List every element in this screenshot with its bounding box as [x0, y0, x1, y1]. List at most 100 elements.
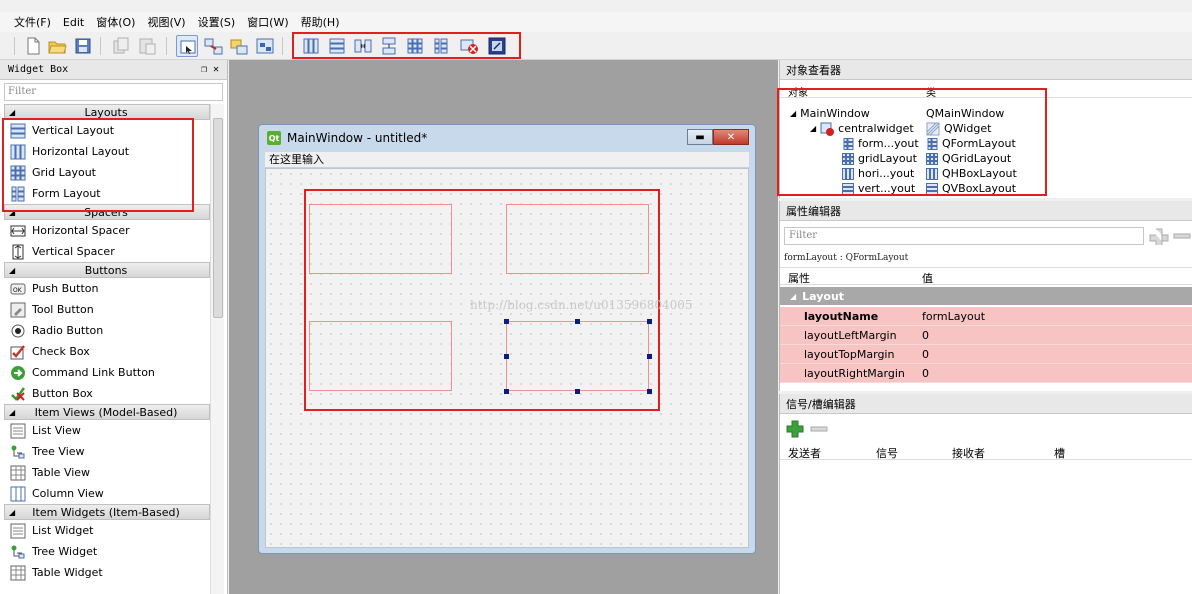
- designer-title-bar[interactable]: Qt MainWindow - untitled*: [259, 125, 755, 151]
- menu-settings[interactable]: 设置(S): [198, 14, 236, 30]
- tree-view-icon: [11, 445, 25, 458]
- category-item-views[interactable]: ◢ Item Views (Model-Based): [4, 404, 210, 420]
- connections-table-header: 发送者 信号 接收者 槽: [780, 442, 1192, 460]
- grid-layout-box[interactable]: [309, 321, 452, 391]
- group-label: Layout: [802, 289, 845, 303]
- svg-text:OK: OK: [13, 287, 23, 294]
- widget-table-view[interactable]: Table View: [4, 462, 210, 483]
- designer-window-title: MainWindow - untitled*: [287, 131, 428, 145]
- edit-signals-slots-icon[interactable]: [202, 35, 224, 57]
- property-value[interactable]: 0: [922, 329, 929, 342]
- scrollbar-thumb[interactable]: [213, 118, 223, 318]
- col-signal[interactable]: 信号: [876, 445, 898, 461]
- resize-handle[interactable]: [504, 389, 509, 394]
- category-buttons[interactable]: ◢ Buttons: [4, 262, 210, 278]
- resize-handle[interactable]: [504, 354, 509, 359]
- widget-table-widget[interactable]: Table Widget: [4, 562, 210, 583]
- widget-tree-widget[interactable]: Tree Widget: [4, 541, 210, 562]
- paste-icon[interactable]: [136, 35, 158, 57]
- widget-box-scrollbar[interactable]: [210, 104, 224, 594]
- remove-property-icon[interactable]: [1172, 227, 1192, 245]
- menu-view[interactable]: 视图(V): [147, 14, 185, 30]
- widget-check-box[interactable]: Check Box: [4, 341, 210, 362]
- widget-column-view[interactable]: Column View: [4, 483, 210, 504]
- vertical-layout-box[interactable]: [309, 204, 452, 274]
- menu-file[interactable]: 文件(F): [14, 14, 51, 30]
- edit-buddies-icon[interactable]: [228, 35, 250, 57]
- widget-label: Button Box: [32, 387, 93, 400]
- property-value[interactable]: formLayout: [922, 310, 985, 323]
- list-view-icon: [10, 423, 26, 438]
- widget-filter-input[interactable]: Filter: [4, 83, 223, 101]
- new-file-icon[interactable]: [22, 35, 44, 57]
- widget-radio-button[interactable]: Radio Button: [4, 320, 210, 341]
- property-row-rightmargin[interactable]: layoutRightMargin 0: [780, 364, 1192, 383]
- col-value: 值: [922, 272, 933, 285]
- layout-horizontally-icon[interactable]: [300, 35, 322, 57]
- widget-list-widget[interactable]: List Widget: [4, 520, 210, 541]
- signal-slot-editor-title: 信号/槽编辑器: [780, 394, 1192, 414]
- add-property-icon[interactable]: [1148, 227, 1170, 245]
- col-receiver[interactable]: 接收者: [952, 445, 985, 461]
- layout-vertical-splitter-icon[interactable]: [378, 35, 400, 57]
- toolbar-separator: [100, 37, 101, 55]
- col-slot[interactable]: 槽: [1054, 445, 1065, 461]
- adjust-size-icon[interactable]: [486, 35, 508, 57]
- property-row-layoutname[interactable]: layoutName formLayout: [780, 307, 1192, 326]
- property-table-header: 属性 值: [780, 267, 1192, 285]
- widget-vertical-spacer[interactable]: Vertical Spacer: [4, 241, 210, 262]
- break-layout-icon[interactable]: [458, 35, 480, 57]
- layout-grid-icon[interactable]: [404, 35, 426, 57]
- resize-handle[interactable]: [575, 319, 580, 324]
- widget-label: Tool Button: [32, 303, 94, 316]
- layout-vertically-icon[interactable]: [326, 35, 348, 57]
- category-label: Layouts: [84, 105, 128, 119]
- close-icon[interactable]: ✕: [713, 129, 749, 145]
- menu-help[interactable]: 帮助(H): [301, 14, 340, 30]
- col-sender[interactable]: 发送者: [788, 445, 821, 461]
- property-group-layout[interactable]: ◢ Layout: [780, 287, 1192, 305]
- layout-horizontal-splitter-icon[interactable]: [352, 35, 374, 57]
- category-item-widgets[interactable]: ◢ Item Widgets (Item-Based): [4, 504, 210, 520]
- layout-form-icon[interactable]: [430, 35, 452, 57]
- property-value[interactable]: 0: [922, 367, 929, 380]
- dock-buttons[interactable]: ❐ ✕: [201, 64, 219, 75]
- resize-handle[interactable]: [647, 319, 652, 324]
- toolbar-separator: [14, 37, 15, 55]
- menu-edit[interactable]: Edit: [63, 16, 84, 29]
- menu-type-here[interactable]: 在这里输入: [269, 153, 324, 166]
- copy-icon[interactable]: [110, 35, 132, 57]
- widget-button-box[interactable]: Button Box: [4, 383, 210, 404]
- property-row-topmargin[interactable]: layoutTopMargin 0: [780, 345, 1192, 364]
- widget-horizontal-spacer[interactable]: Horizontal Spacer: [4, 220, 210, 241]
- widget-label: Vertical Spacer: [32, 245, 115, 258]
- property-value[interactable]: 0: [922, 348, 929, 361]
- form-layout-box-selected[interactable]: [506, 321, 649, 391]
- minimize-icon[interactable]: ▬: [687, 129, 713, 145]
- widget-tool-button[interactable]: Tool Button: [4, 299, 210, 320]
- widget-push-button[interactable]: OK Push Button: [4, 278, 210, 299]
- edit-widgets-icon[interactable]: [176, 35, 198, 57]
- property-filter-input[interactable]: Filter: [784, 227, 1144, 245]
- add-connection-icon[interactable]: [786, 420, 804, 438]
- widget-tree-view[interactable]: Tree View: [4, 441, 210, 462]
- col-property: 属性: [788, 272, 810, 285]
- widget-label: Push Button: [32, 282, 99, 295]
- property-row-leftmargin[interactable]: layoutLeftMargin 0: [780, 326, 1192, 345]
- menu-window[interactable]: 窗口(W): [247, 14, 288, 30]
- widget-list-view[interactable]: List View: [4, 420, 210, 441]
- resize-handle[interactable]: [647, 389, 652, 394]
- property-name: layoutRightMargin: [804, 367, 905, 380]
- resize-handle[interactable]: [504, 319, 509, 324]
- widget-command-link-button[interactable]: Command Link Button: [4, 362, 210, 383]
- horizontal-layout-box[interactable]: [506, 204, 649, 274]
- save-icon[interactable]: [72, 35, 94, 57]
- open-folder-icon[interactable]: [46, 35, 68, 57]
- menu-form[interactable]: 窗体(O): [96, 14, 135, 30]
- form-menu-bar[interactable]: 在这里输入: [265, 152, 749, 168]
- resize-handle[interactable]: [647, 354, 652, 359]
- remove-connection-icon[interactable]: [810, 420, 828, 438]
- category-label: Item Views (Model-Based): [34, 405, 178, 419]
- edit-tab-order-icon[interactable]: [254, 35, 276, 57]
- resize-handle[interactable]: [575, 389, 580, 394]
